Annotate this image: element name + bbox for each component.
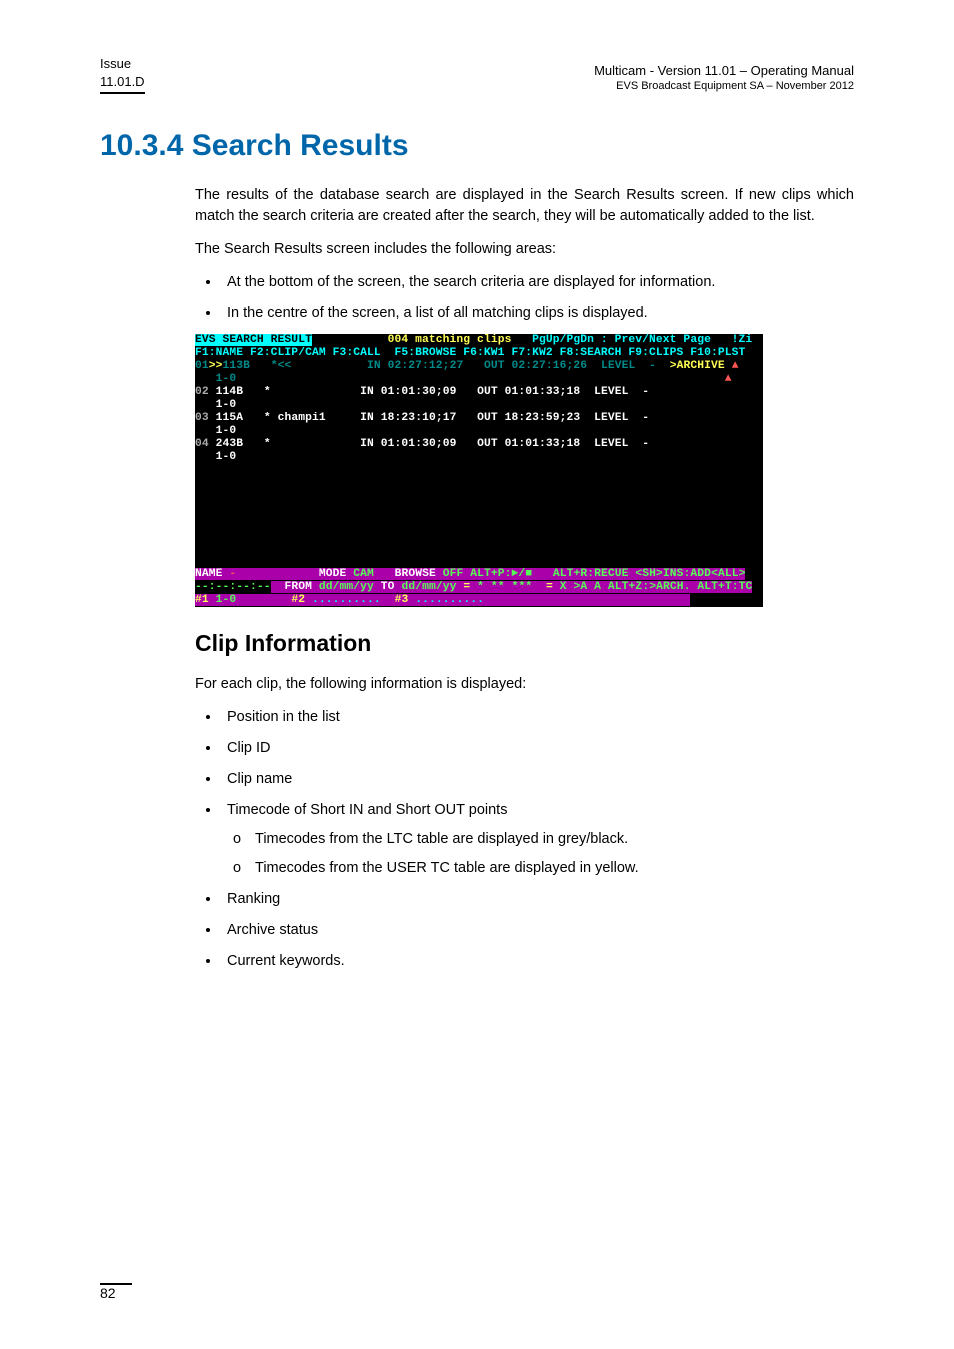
term-row-pos: 04 xyxy=(195,438,209,450)
intro-para-1: The results of the database search are d… xyxy=(195,185,854,227)
term-page-nav: PgUp/PgDn : Prev/Next Page !Zi xyxy=(532,334,752,346)
clip-info-subitem: Timecodes from the USER TC table are dis… xyxy=(255,858,854,879)
issue-block: Issue 11.01.D xyxy=(100,55,145,94)
doc-title: Multicam - Version 11.01 – Operating Man… xyxy=(594,62,854,80)
doc-title-block: Multicam - Version 11.01 – Operating Man… xyxy=(594,62,854,94)
term-footer-name: NAME xyxy=(195,568,223,580)
term-row-pos: 01 xyxy=(195,360,209,372)
clip-info-item: Timecode of Short IN and Short OUT point… xyxy=(221,800,854,879)
issue-value: 11.01.D xyxy=(100,74,145,89)
clip-info-heading: Clip Information xyxy=(195,627,854,660)
clip-info-item: Ranking xyxy=(221,889,854,910)
clip-info-item: Current keywords. xyxy=(221,951,854,972)
section-heading: 10.3.4 Search Results xyxy=(100,129,854,163)
body-content: The results of the database search are d… xyxy=(195,185,854,972)
clip-info-item: Position in the list xyxy=(221,707,854,728)
clip-info-list: Position in the list Clip ID Clip name T… xyxy=(221,707,854,972)
page-header: Issue 11.01.D Multicam - Version 11.01 –… xyxy=(100,55,854,94)
page-number: 82 xyxy=(100,1283,132,1301)
clip-info-item: Clip name xyxy=(221,769,854,790)
intro-bullet: At the bottom of the screen, the search … xyxy=(221,272,854,293)
issue-label: Issue xyxy=(100,56,131,71)
clip-info-subitem: Timecodes from the LTC table are display… xyxy=(255,829,854,850)
term-row-pos: 02 xyxy=(195,386,209,398)
clip-info-sublist: Timecodes from the LTC table are display… xyxy=(255,829,854,879)
doc-subtitle: EVS Broadcast Equipment SA – November 20… xyxy=(594,79,854,94)
term-matching: 004 matching clips xyxy=(388,334,512,346)
clip-info-intro: For each clip, the following information… xyxy=(195,674,854,695)
clip-info-item: Clip ID xyxy=(221,738,854,759)
intro-para-2: The Search Results screen includes the f… xyxy=(195,239,854,260)
intro-bullet: In the centre of the screen, a list of a… xyxy=(221,303,854,324)
intro-bullets: At the bottom of the screen, the search … xyxy=(221,272,854,324)
term-fkeys: F1:NAME F2:CLIP/CAM F3:CALL F5:BROWSE F6… xyxy=(195,347,745,359)
term-title-left: EVS SEARCH RESULT xyxy=(195,334,312,346)
term-row-pos: 03 xyxy=(195,412,209,424)
clip-info-item: Archive status xyxy=(221,920,854,941)
terminal-screenshot: EVS SEARCH RESULT 004 matching clips PgU… xyxy=(195,334,763,607)
